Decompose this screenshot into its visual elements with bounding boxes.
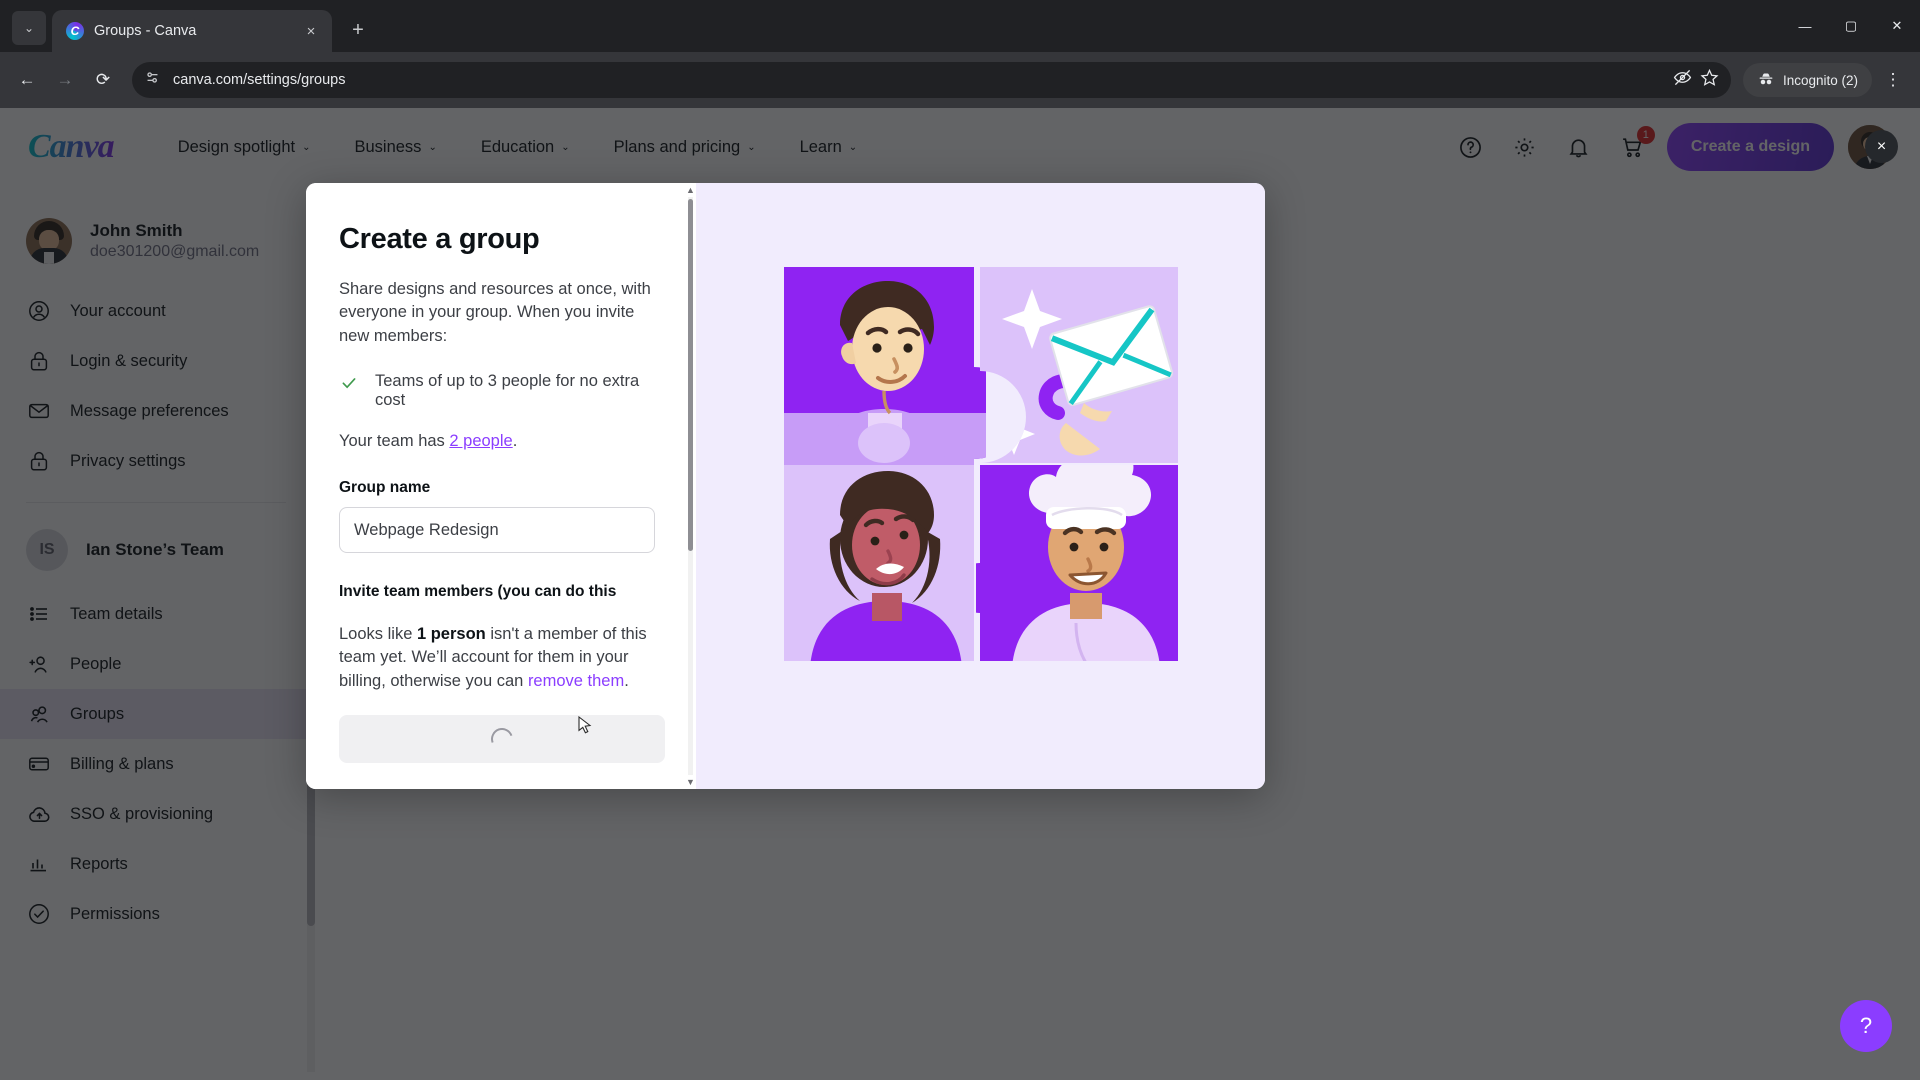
- team-count-suffix: .: [512, 432, 518, 451]
- browser-toolbar: ← → ⟳ canva.com/settings/groups Incognit…: [0, 52, 1920, 108]
- loading-spinner-icon: [487, 724, 517, 754]
- modal-title: Create a group: [339, 223, 540, 255]
- modal-form-panel: Create a group Share designs and resourc…: [306, 183, 696, 789]
- mouse-cursor: [578, 716, 592, 734]
- site-settings-icon[interactable]: [144, 69, 161, 91]
- modal-close-button[interactable]: ×: [1865, 130, 1898, 163]
- minimize-button[interactable]: —: [1782, 0, 1828, 52]
- tab-strip: ⌄ C Groups - Canva × + — ▢ ✕: [0, 0, 1920, 52]
- incognito-indicator[interactable]: Incognito (2): [1742, 63, 1872, 97]
- billing-note-count: 1 person: [416, 624, 486, 643]
- reload-icon[interactable]: ⟳: [86, 63, 120, 97]
- team-count-prefix: Your team has: [339, 432, 450, 451]
- incognito-label: Incognito (2): [1782, 72, 1858, 88]
- page-content: Canva Design spotlight ⌄ Business ⌄ Educ…: [0, 108, 1920, 1080]
- help-floating-button[interactable]: ?: [1840, 1000, 1892, 1052]
- benefit-text: Teams of up to 3 people for no extra cos…: [375, 372, 640, 410]
- create-group-modal: Create a group Share designs and resourc…: [306, 183, 1265, 789]
- check-icon: [339, 374, 359, 396]
- browser-window: ⌄ C Groups - Canva × + — ▢ ✕ ← → ⟳ canva…: [0, 0, 1920, 1080]
- window-controls: — ▢ ✕: [1782, 0, 1920, 52]
- group-name-input[interactable]: Webpage Redesign: [339, 507, 655, 554]
- team-count-line: Your team has 2 people.: [339, 432, 652, 451]
- browser-tab[interactable]: C Groups - Canva ×: [52, 10, 332, 52]
- forward-icon[interactable]: →: [48, 63, 82, 97]
- back-icon[interactable]: ←: [10, 63, 44, 97]
- address-bar[interactable]: canva.com/settings/groups: [132, 62, 1731, 98]
- modal-description: Share designs and resources at once, wit…: [339, 280, 651, 345]
- window-close-button[interactable]: ✕: [1874, 0, 1920, 52]
- modal-illustration-panel: [696, 183, 1265, 789]
- browser-menu-icon[interactable]: ⋮: [1876, 63, 1910, 97]
- benefit-row: Teams of up to 3 people for no extra cos…: [339, 372, 652, 410]
- canva-favicon-icon: C: [66, 22, 84, 40]
- tab-search-chevron-icon[interactable]: ⌄: [12, 11, 46, 45]
- bookmark-star-icon[interactable]: [1700, 68, 1719, 92]
- remove-them-link[interactable]: remove them: [528, 672, 624, 690]
- new-tab-button[interactable]: +: [342, 14, 374, 46]
- billing-note: Looks like 1 person isn't a member of th…: [339, 623, 653, 693]
- puzzle-people-envelope-illustration: [784, 267, 1178, 661]
- modal-footer: Looks like 1 person isn't a member of th…: [306, 600, 686, 789]
- url-text: canva.com/settings/groups: [173, 72, 346, 88]
- modal-scrollbar-thumb[interactable]: [688, 199, 693, 551]
- eye-slash-icon[interactable]: [1673, 68, 1692, 92]
- modal-scrollbar[interactable]: ▲ ▼: [685, 183, 696, 789]
- incognito-icon: [1757, 70, 1775, 91]
- group-name-label: Group name: [339, 479, 431, 497]
- scroll-down-arrow-icon[interactable]: ▼: [686, 777, 695, 787]
- maximize-button[interactable]: ▢: [1828, 0, 1874, 52]
- tab-close-icon[interactable]: ×: [300, 20, 322, 42]
- tab-title: Groups - Canva: [94, 23, 197, 39]
- team-people-link[interactable]: 2 people: [449, 432, 512, 450]
- scroll-up-arrow-icon[interactable]: ▲: [686, 185, 695, 195]
- billing-note-suffix: .: [624, 671, 629, 690]
- create-group-submit-button[interactable]: [339, 715, 665, 763]
- billing-note-prefix: Looks like: [339, 624, 417, 643]
